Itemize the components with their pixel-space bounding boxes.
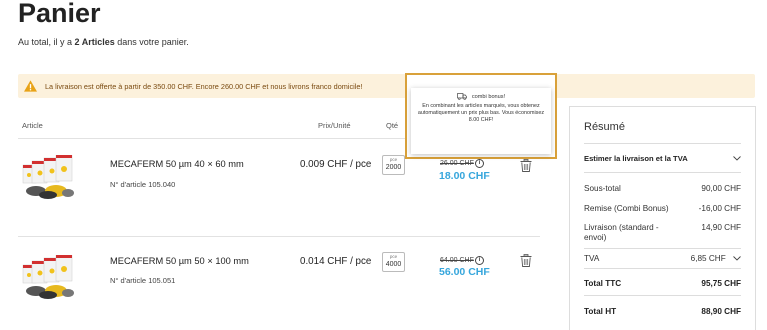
quantity-field[interactable]: pce 4000	[382, 252, 405, 272]
chevron-down-icon	[733, 156, 741, 161]
summary-row-discount: Remise (Combi Bonus) -16,00 CHF	[584, 204, 741, 213]
summary-title: Résumé	[584, 121, 625, 133]
quantity-field[interactable]: pce 2000	[382, 155, 405, 175]
trash-icon[interactable]	[520, 159, 532, 172]
old-price: 64.00 CHF	[440, 257, 474, 264]
product-number: N° d'article 105.040	[110, 180, 176, 189]
summary-value: 95,75 CHF	[701, 279, 741, 288]
discounted-price: 56.00 CHF	[439, 266, 490, 278]
product-image[interactable]	[22, 155, 80, 201]
info-icon[interactable]: i	[475, 256, 484, 265]
summary-label: Total HT	[584, 307, 617, 316]
unit-price: 0.014 CHF / pce	[300, 256, 372, 267]
header-article: Article	[22, 121, 43, 130]
summary-value: -16,00 CHF	[698, 204, 741, 213]
summary-value: 14,90 CHF	[701, 223, 741, 232]
summary-label: Remise (Combi Bonus)	[584, 204, 669, 213]
summary-divider	[584, 248, 741, 249]
quantity-value: 4000	[385, 261, 402, 268]
summary-value: 88,90 CHF	[701, 307, 741, 316]
product-number: N° d'article 105.051	[110, 276, 176, 285]
summary-value: 6,85 CHF	[690, 254, 726, 263]
unit-price: 0.009 CHF / pce	[300, 159, 372, 170]
free-shipping-banner: La livraison est offerte à partir de 350…	[18, 74, 755, 98]
summary-label: Total TTC	[584, 279, 622, 288]
summary-divider	[584, 143, 741, 144]
cart-subtitle: Au total, il y a 2 Articles dans votre p…	[18, 37, 189, 47]
tooltip-body: En combinant les articles marqués, vous …	[417, 103, 545, 123]
chevron-down-icon	[733, 256, 741, 261]
summary-value-with-toggle: 6,85 CHF	[691, 254, 741, 263]
header-qty: Qté	[386, 121, 399, 130]
summary-row-total-ttc: Total TTC 95,75 CHF	[584, 279, 741, 288]
subtitle-suffix: dans votre panier.	[114, 37, 189, 47]
tooltip-title: combi bonus!	[471, 93, 506, 100]
warning-icon	[24, 80, 37, 92]
trash-icon[interactable]	[520, 254, 532, 267]
summary-row-shipping: Livraison (standard - envoi) 14,90 CHF	[584, 223, 741, 243]
summary-divider	[584, 295, 741, 296]
header-price: Prix/Unité	[318, 121, 351, 130]
estimate-shipping-toggle[interactable]: Estimer la livraison et la TVA	[584, 154, 741, 163]
truck-icon	[457, 93, 467, 100]
info-icon[interactable]: i	[475, 159, 484, 168]
summary-divider	[584, 172, 741, 173]
subtitle-prefix: Au total, il y a	[18, 37, 75, 47]
summary-label: TVA	[584, 254, 600, 263]
banner-text: La livraison est offerte à partir de 350…	[45, 81, 363, 91]
summary-divider	[584, 268, 741, 269]
summary-row-vat[interactable]: TVA 6,85 CHF	[584, 254, 741, 263]
summary-label: Livraison (standard - envoi)	[584, 223, 659, 242]
summary-row-subtotal: Sous-total 90,00 CHF	[584, 184, 741, 193]
old-price: 26.00 CHF	[440, 160, 474, 167]
estimate-label: Estimer la livraison et la TVA	[584, 154, 688, 163]
discounted-price: 18.00 CHF	[439, 170, 490, 182]
product-name[interactable]: MECAFERM 50 µm 40 × 60 mm	[110, 159, 244, 169]
subtitle-count: 2 Articles	[74, 37, 115, 47]
summary-panel	[569, 106, 756, 330]
summary-label: Sous-total	[584, 184, 621, 193]
row-divider	[18, 236, 540, 237]
product-image[interactable]	[22, 255, 80, 301]
page-title: Panier	[18, 0, 101, 28]
quantity-value: 2000	[385, 164, 402, 171]
summary-value: 90,00 CHF	[701, 184, 741, 193]
summary-row-total-ht: Total HT 88,90 CHF	[584, 307, 741, 316]
product-name[interactable]: MECAFERM 50 µm 50 × 100 mm	[110, 256, 249, 266]
combi-bonus-tooltip: combi bonus! En combinant les articles m…	[411, 88, 551, 154]
